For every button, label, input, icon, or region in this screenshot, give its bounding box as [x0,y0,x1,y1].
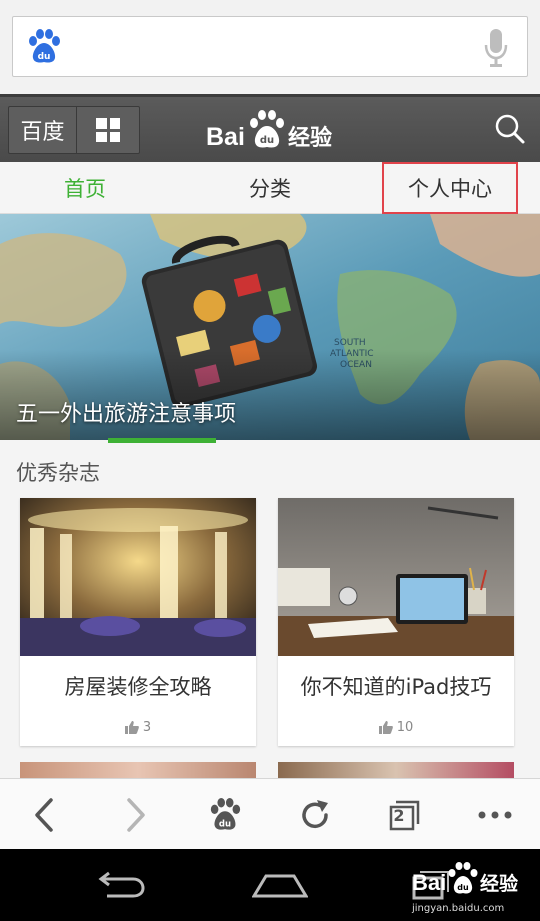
baidu-paw-icon: du [29,29,60,63]
banner-page-indicator [108,438,216,443]
search-icon[interactable] [494,113,526,145]
magazine-card-partial[interactable] [20,762,256,778]
card-image [278,498,514,656]
magazine-card-partial[interactable] [278,762,514,778]
refresh-icon [302,799,328,828]
back-button[interactable] [0,779,90,850]
thumbs-up-icon [124,721,139,734]
card-like-count: 10 [396,720,414,735]
card-likes: 3 [20,720,256,735]
baidu-paw-icon: du [210,797,241,830]
card-like-count: 3 [142,720,152,735]
menu-button[interactable] [450,779,540,850]
tabs-count: 2 [393,805,405,825]
svg-text:经验: 经验 [288,125,332,151]
chevron-right-icon [127,797,145,832]
magazine-card[interactable]: 房屋装修全攻略 3 [20,498,256,746]
microphone-icon[interactable] [483,28,509,68]
card-title: 房屋装修全攻略 [64,675,212,699]
home-button[interactable]: du [180,779,270,850]
refresh-button[interactable] [270,779,360,850]
header-button-group: 百度 [8,106,140,154]
android-back-icon [98,871,145,898]
svg-text:du: du [38,52,51,62]
grid-icon [96,118,120,142]
main-tabs: 首页 分类 个人中心 [0,162,540,214]
svg-text:du: du [260,135,274,146]
android-back-button[interactable] [60,849,180,921]
more-dots-icon [478,811,512,818]
baidu-home-button[interactable]: 百度 [9,107,77,153]
baidu-home-label: 百度 [20,120,65,145]
screen: du 百度 Bai du 经验 首页 分类 个人中心 五一外出旅游注意事项 优秀… [0,0,540,921]
svg-text:Bai: Bai [412,870,446,895]
chevron-left-icon [35,797,53,832]
banner-title[interactable]: 五一外出旅游注意事项 [16,396,236,428]
apps-grid-button[interactable] [77,107,139,153]
thumbs-up-icon [378,721,393,734]
watermark-url: jingyan.baidu.com [412,903,505,914]
svg-text:经验: 经验 [480,872,519,895]
android-home-button[interactable] [220,849,340,921]
svg-text:Bai: Bai [206,123,245,151]
section-title: 优秀杂志 [16,461,100,485]
tab-personal-center[interactable]: 个人中心 [382,162,518,214]
card-image [20,498,256,656]
svg-text:du: du [457,883,469,892]
tab-category[interactable]: 分类 [185,162,355,214]
magazine-card[interactable]: 你不知道的iPad技巧 10 [278,498,514,746]
search-input[interactable]: du [12,16,528,77]
baidu-jingyan-logo: Bai du 经验 [206,110,332,151]
search-area: du [0,0,540,94]
app-header: 百度 Bai du 经验 [0,94,540,162]
android-home-icon [252,874,308,898]
card-title: 你不知道的iPad技巧 [300,675,492,699]
forward-button[interactable] [90,779,180,850]
svg-text:du: du [219,819,231,829]
card-likes: 10 [278,720,514,735]
tab-home[interactable]: 首页 [0,162,170,214]
browser-toolbar: du 2 [0,778,540,849]
